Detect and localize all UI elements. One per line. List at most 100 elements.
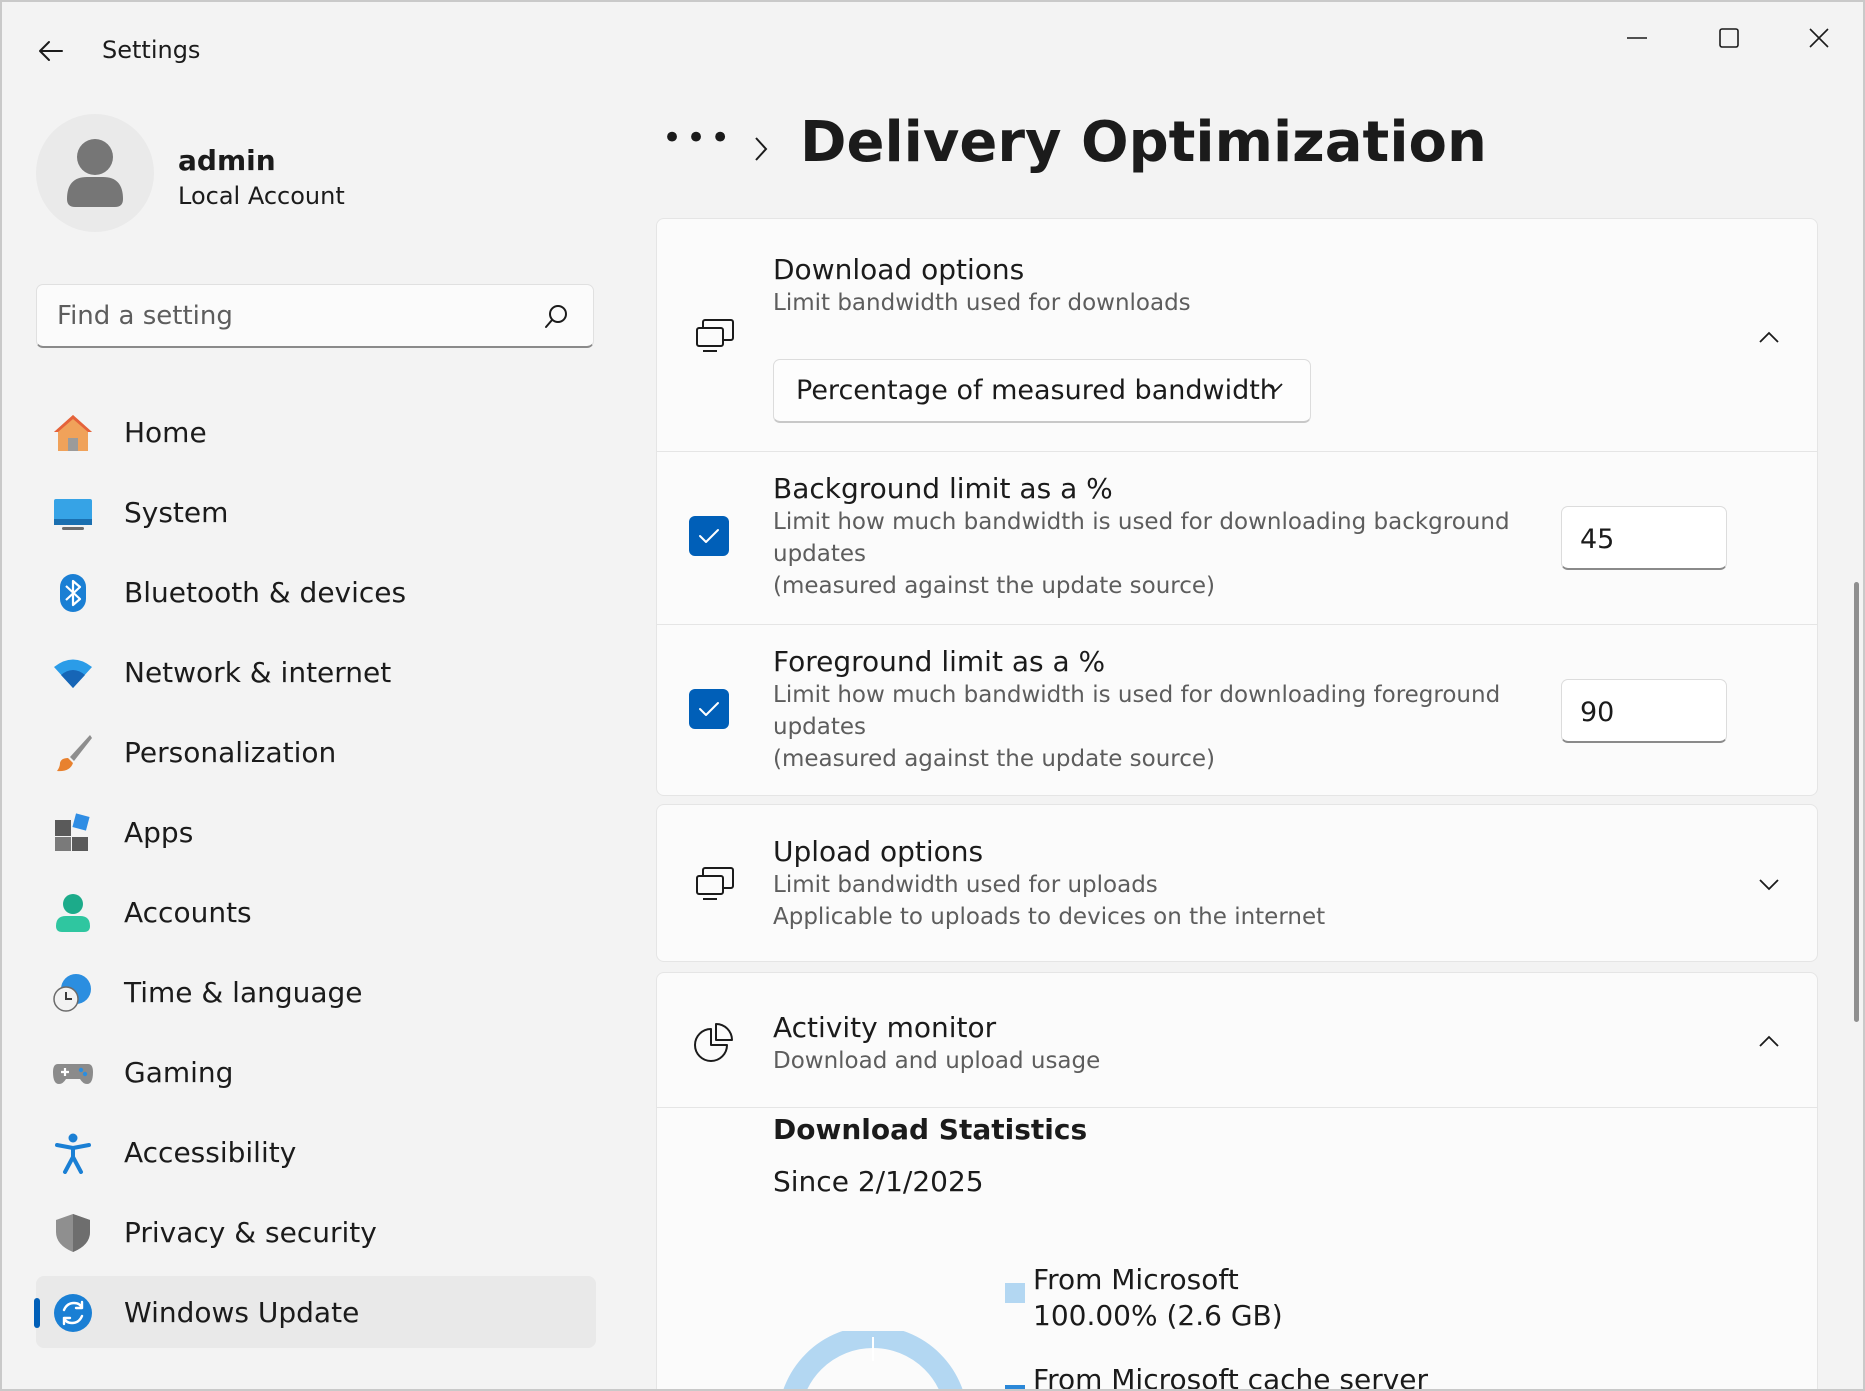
minimize-button[interactable] [1592,12,1682,64]
chevron-down-icon [1759,879,1779,891]
sidebar-item-bluetooth[interactable]: Bluetooth & devices [36,556,596,628]
user-avatar-icon [67,139,123,207]
search-box [36,284,594,348]
foreground-limit-desc-line1: Limit how much bandwidth is used for dow… [773,682,1501,708]
sidebar-item-label: Bluetooth & devices [124,576,407,609]
upload-options-desc-line2: Applicable to uploads to devices on the … [773,904,1326,930]
profile-name: admin [178,144,276,177]
devices-icon [693,861,739,907]
foreground-limit-desc-line3: (measured against the update source) [773,746,1216,772]
upload-options-desc-line1: Limit bandwidth used for uploads [773,872,1158,898]
close-button[interactable] [1774,12,1863,64]
maximize-icon [1719,28,1739,48]
background-limit-desc-line1: Limit how much bandwidth is used for dow… [773,509,1510,535]
background-limit-input[interactable] [1580,519,1710,559]
foreground-limit-title: Foreground limit as a % [773,645,1106,678]
avatar [36,114,154,232]
foreground-limit-checkbox[interactable] [689,689,729,729]
sidebar-item-accounts[interactable]: Accounts [36,876,596,948]
download-statistics-title: Download Statistics [773,1113,1088,1146]
sidebar-item-label: Home [124,416,207,449]
minimize-icon [1627,37,1647,39]
sidebar-item-accessibility[interactable]: Accessibility [36,1116,596,1188]
sidebar-item-label: Personalization [124,736,337,769]
update-icon [52,1292,94,1334]
sidebar-item-privacy[interactable]: Privacy & security [36,1196,596,1268]
gamepad-icon [52,1052,94,1094]
clock-globe-icon [52,972,94,1014]
background-limit-desc-line2: updates [773,541,867,567]
sidebar-item-label: System [124,496,229,529]
collapse-button[interactable] [1745,1017,1793,1065]
chevron-up-icon [1759,1035,1779,1047]
download-options-title: Download options [773,253,1025,286]
breadcrumb-overflow-button[interactable]: ••• [662,118,734,158]
profile-card[interactable]: admin Local Account [36,114,596,234]
download-options-header[interactable]: Download options Limit bandwidth used fo… [657,219,1817,451]
sidebar-item-label: Gaming [124,1056,234,1089]
legend-value-microsoft: 100.00% (2.6 GB) [1033,1299,1283,1332]
pie-chart-icon [691,1019,737,1065]
collapse-button[interactable] [1745,313,1793,361]
background-limit-checkbox[interactable] [689,516,729,556]
checkmark-icon [699,702,719,716]
sidebar-item-label: Time & language [124,976,363,1009]
scrollbar[interactable] [1854,582,1859,1022]
divider [657,1107,1817,1108]
expand-button[interactable] [1745,861,1793,909]
devices-icon [693,313,739,359]
back-button[interactable] [30,30,72,72]
sidebar-item-network[interactable]: Network & internet [36,636,596,708]
sidebar-item-system[interactable]: System [36,476,596,548]
shield-icon [52,1212,94,1254]
upload-options-card[interactable]: Upload options Limit bandwidth used for … [656,804,1818,962]
checkmark-icon [699,529,719,543]
activity-monitor-header[interactable]: Activity monitor Download and upload usa… [657,973,1817,1107]
upload-options-title: Upload options [773,835,984,868]
activity-monitor-card: Activity monitor Download and upload usa… [656,972,1818,1391]
sidebar-item-personalization[interactable]: Personalization [36,716,596,788]
background-limit-row: Background limit as a % Limit how much b… [657,452,1817,624]
background-limit-title: Background limit as a % [773,472,1113,505]
background-limit-field [1561,506,1727,570]
title-bar: Settings [2,2,1863,98]
bandwidth-mode-dropdown[interactable]: Percentage of measured bandwidth [773,359,1311,423]
system-icon [52,492,94,534]
search-icon[interactable] [543,303,571,331]
accounts-icon [52,892,94,934]
app-title: Settings [102,36,201,64]
close-icon [1809,28,1829,48]
chevron-up-icon [1759,331,1779,343]
foreground-limit-row: Foreground limit as a % Limit how much b… [657,625,1817,795]
settings-window: Settings admin Local Account Find a sett… [0,0,1865,1391]
activity-monitor-title: Activity monitor [773,1011,997,1044]
download-options-card: Download options Limit bandwidth used fo… [656,218,1818,796]
search-input[interactable] [57,295,527,337]
sidebar-item-gaming[interactable]: Gaming [36,1036,596,1108]
selection-indicator [34,1298,40,1328]
legend-label-microsoft: From Microsoft [1033,1263,1239,1296]
sidebar-item-home[interactable]: Home [36,396,596,468]
page-title: Delivery Optimization [800,110,1487,175]
sidebar-item-label: Apps [124,816,194,849]
foreground-limit-input[interactable] [1580,692,1710,732]
legend-label-cache-server: From Microsoft cache server [1033,1363,1429,1391]
sidebar-item-label: Accessibility [124,1136,297,1169]
background-limit-desc-line3: (measured against the update source) [773,573,1216,599]
sidebar-item-time-language[interactable]: Time & language [36,956,596,1028]
sidebar-item-label: Accounts [124,896,252,929]
legend-swatch-cache-server [1005,1385,1025,1389]
foreground-limit-field [1561,679,1727,743]
apps-icon [52,812,94,854]
home-icon [52,412,94,454]
sidebar-nav: Home System Bluetooth & devices Network … [34,396,596,1356]
sidebar-item-windows-update[interactable]: Windows Update [34,1276,596,1348]
dropdown-selected-value: Percentage of measured bandwidth [796,375,1277,406]
wifi-icon [52,652,94,694]
foreground-limit-desc-line2: updates [773,714,867,740]
chevron-down-icon [1267,383,1283,393]
legend-swatch-microsoft [1005,1283,1025,1303]
sidebar-item-apps[interactable]: Apps [36,796,596,868]
sidebar-item-label: Windows Update [124,1296,360,1329]
maximize-button[interactable] [1684,12,1774,64]
